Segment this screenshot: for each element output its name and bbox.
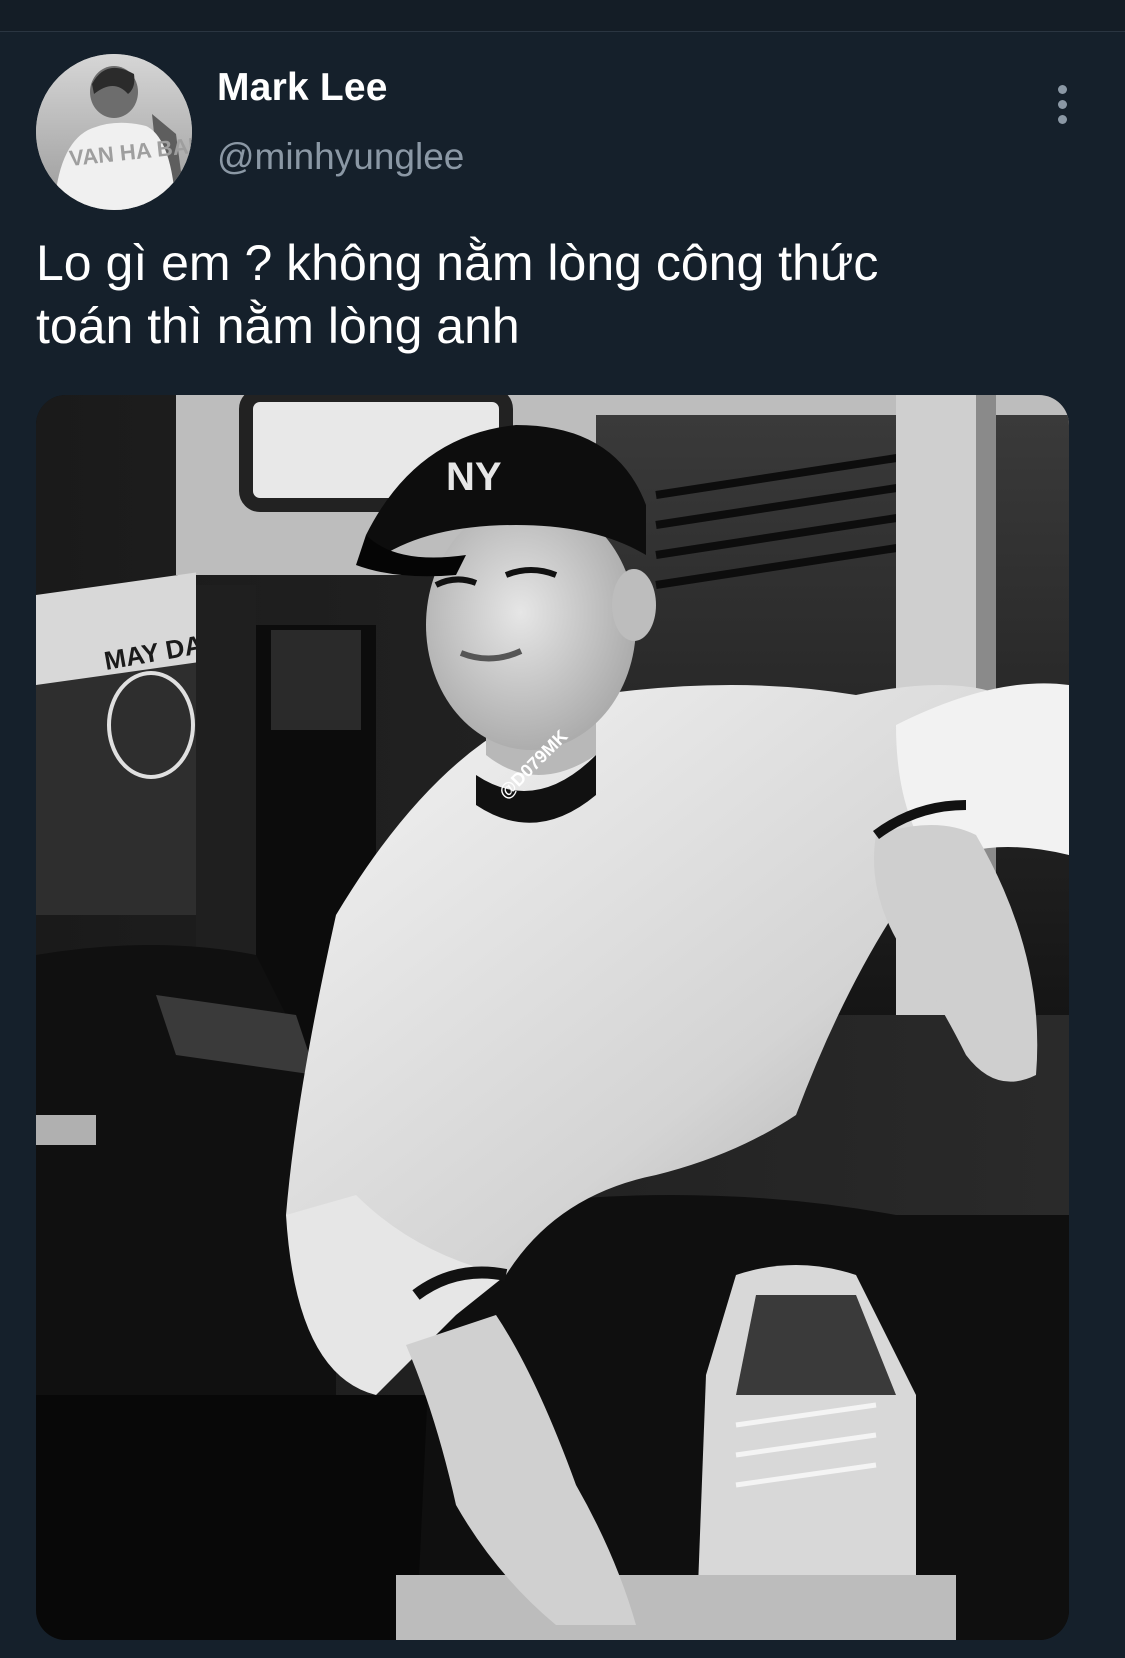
tweet-photo[interactable]: MAY DA NY @D079MK: [36, 395, 1069, 1640]
photo-image: MAY DA NY @D079MK: [36, 395, 1069, 1640]
more-vertical-icon: [1057, 84, 1067, 94]
top-bar: [0, 0, 1125, 32]
avatar-image: VAN HA BALA: [36, 54, 192, 210]
tweet-text: Lo gì em ? không nằm lòng công thức toán…: [36, 235, 879, 354]
more-options-button[interactable]: [1040, 80, 1084, 128]
avatar[interactable]: VAN HA BALA: [36, 54, 192, 210]
user-handle[interactable]: @minhyunglee: [217, 136, 464, 178]
cap-logo: NY: [446, 455, 502, 499]
display-name[interactable]: Mark Lee: [217, 66, 388, 110]
